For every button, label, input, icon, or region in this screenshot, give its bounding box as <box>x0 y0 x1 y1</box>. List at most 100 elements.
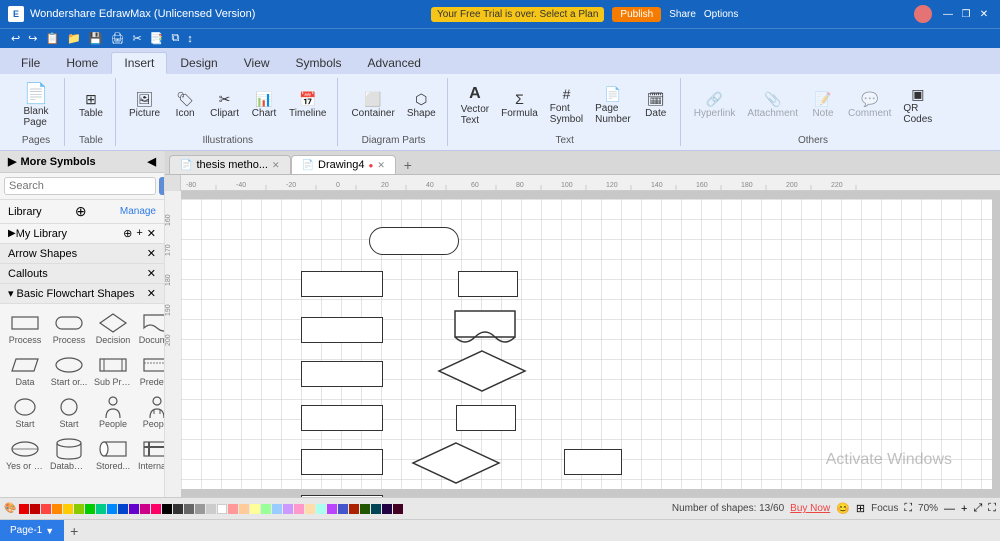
canvas-shape-3[interactable] <box>301 317 383 343</box>
qa-btn-8[interactable]: 📑 <box>147 31 167 46</box>
color-swatch-bubblegum[interactable] <box>294 504 304 514</box>
canvas-shape-10[interactable] <box>564 449 622 475</box>
attachment-button[interactable]: 📎 Attachment <box>742 89 803 122</box>
color-swatch-cream[interactable] <box>250 504 260 514</box>
shape-people-1[interactable]: People <box>92 392 134 432</box>
shape-internal[interactable]: Internal... <box>136 434 165 474</box>
shape-document[interactable]: Docum... <box>136 308 165 348</box>
table-button[interactable]: ⊞ Table <box>73 89 109 122</box>
shape-decision[interactable]: Decision <box>92 308 134 348</box>
arrow-shapes-section[interactable]: Arrow Shapes ✕ <box>0 244 164 264</box>
restore-button[interactable]: ❐ <box>958 6 974 22</box>
canvas-shape-diamond-2[interactable] <box>411 441 501 485</box>
tab-design[interactable]: Design <box>167 52 230 74</box>
shape-database[interactable]: Database <box>48 434 90 474</box>
search-input[interactable] <box>4 177 156 195</box>
color-swatch-lightblue[interactable] <box>272 504 282 514</box>
color-swatch-peach[interactable] <box>239 504 249 514</box>
share-button[interactable]: Share <box>669 9 696 20</box>
canvas-shape-8[interactable] <box>458 271 518 297</box>
canvas-shape-4[interactable] <box>301 361 383 387</box>
shape-process-1[interactable]: Process <box>4 308 46 348</box>
shape-start-circle[interactable]: Start <box>48 392 90 432</box>
qa-btn-4[interactable]: 📁 <box>64 31 84 46</box>
color-swatch-yellow[interactable] <box>63 504 73 514</box>
color-swatch-darkmagenta[interactable] <box>393 504 403 514</box>
user-avatar[interactable] <box>914 5 932 23</box>
fullscreen-icon[interactable]: ⛶ <box>904 502 912 515</box>
tab-thesis-close-icon[interactable]: ✕ <box>272 160 280 171</box>
color-swatch-orange[interactable] <box>52 504 62 514</box>
timeline-button[interactable]: 📅 Timeline <box>284 89 331 122</box>
expand-icon[interactable]: ⤢ <box>973 502 982 515</box>
color-swatch-black[interactable] <box>162 504 172 514</box>
canvas-shape-1[interactable] <box>369 227 459 255</box>
color-swatch-lavender[interactable] <box>283 504 293 514</box>
color-swatch-maroon[interactable] <box>349 504 359 514</box>
shape-process-2[interactable]: Process <box>48 308 90 348</box>
page-1-tab[interactable]: Page-1 ▼ <box>0 520 64 541</box>
color-swatch-navy[interactable] <box>338 504 348 514</box>
color-swatch-darkblue[interactable] <box>118 504 128 514</box>
canvas-shape-9[interactable] <box>456 405 516 431</box>
basic-flowchart-close-icon[interactable]: ✕ <box>147 287 156 300</box>
redo-button[interactable]: ↪ <box>25 31 40 46</box>
color-swatch-medgray[interactable] <box>195 504 205 514</box>
color-swatch-lightgray[interactable] <box>206 504 216 514</box>
my-library-close-icon[interactable]: ✕ <box>147 227 156 240</box>
comment-button[interactable]: 💬 Comment <box>843 89 896 122</box>
add-tab-button[interactable]: + <box>398 156 418 174</box>
color-swatch-darkteal[interactable] <box>371 504 381 514</box>
minimize-button[interactable]: — <box>940 6 956 22</box>
options-button[interactable]: Options <box>704 9 738 20</box>
color-swatch-pink[interactable] <box>151 504 161 514</box>
canvas-shape-5[interactable] <box>301 405 383 431</box>
font-symbol-button[interactable]: # FontSymbol <box>545 84 588 128</box>
tab-symbols[interactable]: Symbols <box>283 52 355 74</box>
my-library-add-icon[interactable]: ⊕ <box>123 227 132 240</box>
tab-advanced[interactable]: Advanced <box>355 52 434 74</box>
qa-btn-9[interactable]: ⧉ <box>168 31 182 46</box>
vector-text-button[interactable]: A VectorText <box>456 83 494 129</box>
qr-codes-button[interactable]: ▣ QRCodes <box>898 84 937 128</box>
color-swatch-lime[interactable] <box>74 504 84 514</box>
canvas-shape-2[interactable] <box>301 271 383 297</box>
color-swatch-brightred[interactable] <box>41 504 51 514</box>
qa-btn-10[interactable]: ↕ <box>184 32 196 46</box>
manage-link[interactable]: Manage <box>120 206 156 217</box>
shape-stored[interactable]: Stored... <box>92 434 134 474</box>
color-swatch-darkpurple[interactable] <box>382 504 392 514</box>
chart-button[interactable]: 📊 Chart <box>246 89 282 122</box>
add-page-button[interactable]: + <box>64 520 84 541</box>
canvas-wrapper[interactable]: 160 170 180 190 200 <box>165 191 1000 497</box>
color-swatch-darkred[interactable] <box>30 504 40 514</box>
container-button[interactable]: ⬜ Container <box>346 89 399 122</box>
more-symbols-toggle[interactable]: ▶ <box>8 155 16 168</box>
arrow-shapes-close-icon[interactable]: ✕ <box>147 247 156 260</box>
zoom-in-icon[interactable]: + <box>961 503 967 515</box>
shape-start-2[interactable]: Start <box>4 392 46 432</box>
my-library-plus-icon[interactable]: + <box>136 227 142 240</box>
color-swatch-violet[interactable] <box>327 504 337 514</box>
qa-btn-3[interactable]: 📋 <box>42 31 62 46</box>
shape-predefined[interactable]: Predef... <box>136 350 165 390</box>
color-swatch-forest[interactable] <box>360 504 370 514</box>
basic-flowchart-section[interactable]: ▾ Basic Flowchart Shapes ✕ <box>0 284 164 304</box>
shape-data[interactable]: Data <box>4 350 46 390</box>
shape-button[interactable]: ⬡ Shape <box>402 89 441 122</box>
hyperlink-button[interactable]: 🔗 Hyperlink <box>689 89 741 122</box>
color-swatch-white[interactable] <box>217 504 227 514</box>
color-swatch-tan[interactable] <box>305 504 315 514</box>
shape-yesno[interactable]: Yes or No <box>4 434 46 474</box>
color-swatch-blue[interactable] <box>107 504 117 514</box>
save-button[interactable]: 💾 <box>86 31 106 46</box>
color-swatch-teal[interactable] <box>96 504 106 514</box>
canvas-grid[interactable]: Activate Windows <box>181 199 992 489</box>
tab-home[interactable]: Home <box>53 52 111 74</box>
color-swatch-lightpink[interactable] <box>228 504 238 514</box>
buy-now-link[interactable]: Buy Now <box>790 503 830 514</box>
tab-file[interactable]: File <box>8 52 53 74</box>
tab-insert[interactable]: Insert <box>111 52 167 74</box>
color-swatch-darkgray[interactable] <box>173 504 183 514</box>
icon-button[interactable]: 🏷 Icon <box>167 89 203 122</box>
